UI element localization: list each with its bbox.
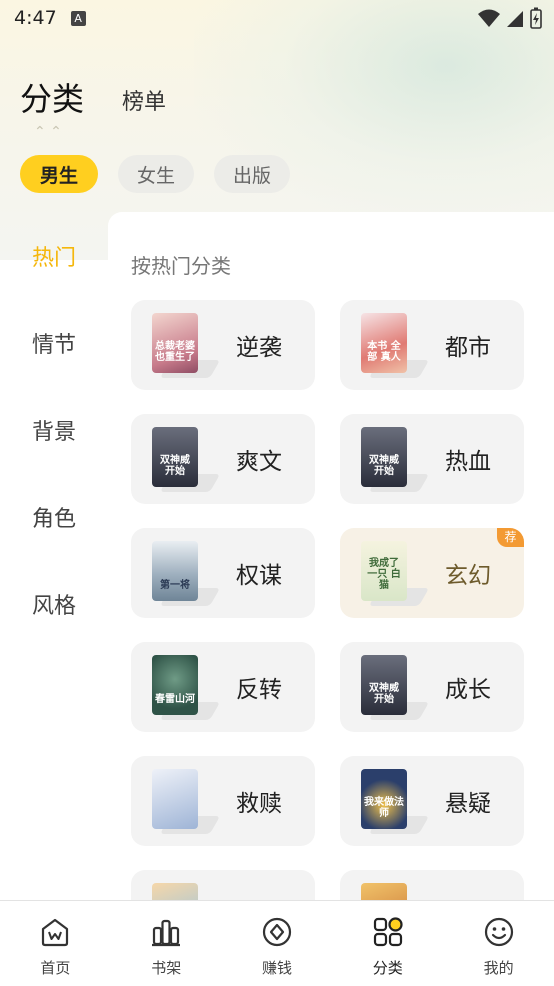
side-nav-role[interactable]: 角色 [0,473,108,560]
category-card-rexue[interactable]: 双神威 开始 热血 [340,414,524,504]
earn-icon [260,915,294,949]
category-label: 玄幻 [445,563,491,589]
side-nav: 热门 情节 背景 角色 风格 [0,212,108,647]
category-label: 悬疑 [445,791,491,817]
book-cover: 本书 全部 真人 [361,313,407,373]
nav-label: 赚钱 [261,959,292,977]
profile-icon [482,915,516,949]
category-label: 救赎 [236,791,282,817]
nav-label: 首页 [40,959,71,977]
gender-tabs: 男生 女生 出版 [20,155,290,193]
book-cover: 双神威 开始 [361,655,407,715]
book-cover: 我成了 一只 白猫 [361,541,407,601]
signal-icon [507,11,523,27]
category-card-partial-left[interactable] [131,870,315,900]
category-card-jiushu[interactable]: 救赎 [131,756,315,846]
nav-earn[interactable]: 赚钱 [222,901,333,986]
gender-tab-male[interactable]: 男生 [20,155,98,193]
tab-ranking[interactable]: 榜单 [122,84,166,120]
book-cover [152,883,198,900]
book-cover [361,883,407,900]
battery-icon [530,7,542,29]
side-nav-plot[interactable]: 情节 [0,299,108,386]
side-nav-background[interactable]: 背景 [0,386,108,473]
wifi-icon [478,9,500,27]
book-cover: 我来做法师 [361,769,407,829]
category-label: 逆袭 [236,335,282,361]
home-icon [38,915,72,949]
nav-label: 分类 [372,959,403,977]
status-time: 4:47 [14,7,57,29]
book-cover: 第一将 [152,541,198,601]
notification-icon: A [70,10,86,26]
nav-profile[interactable]: 我的 [443,901,554,986]
category-card-quanmou[interactable]: 第一将 权谋 [131,528,315,618]
category-card-chengzhang[interactable]: 双神威 开始 成长 [340,642,524,732]
category-card-partial-right[interactable] [340,870,524,900]
decoration-marks: ⌃ ⌃ [34,124,62,140]
nav-home[interactable]: 首页 [0,901,111,986]
nav-bookshelf[interactable]: 书架 [111,901,222,986]
status-icons [478,7,542,29]
nav-label: 书架 [151,959,182,977]
category-label: 都市 [445,335,491,361]
side-nav-style[interactable]: 风格 [0,560,108,647]
category-card-nixi[interactable]: 总裁老婆 也重生了 逆袭 [131,300,315,390]
bottom-nav: 首页 书架 赚钱 分类 我的 [0,900,554,986]
category-icon [371,915,405,949]
book-cover: 总裁老婆 也重生了 [152,313,198,373]
gender-tab-female[interactable]: 女生 [118,155,194,193]
book-cover: 双神威 开始 [361,427,407,487]
category-card-xuanyi[interactable]: 我来做法师 悬疑 [340,756,524,846]
recommend-badge: 荐 [497,528,524,547]
book-cover [152,769,198,829]
category-card-dushi[interactable]: 本书 全部 真人 都市 [340,300,524,390]
category-label: 反转 [236,677,282,703]
category-label: 热血 [445,449,491,475]
category-panel: 按热门分类 总裁老婆 也重生了 逆袭 本书 全部 真人 都市 双神威 开始 爽文… [108,212,554,900]
status-bar: 4:47 A [0,0,554,36]
section-title: 按热门分类 [131,254,231,278]
nav-label: 我的 [483,959,514,977]
gender-tab-publish[interactable]: 出版 [214,155,290,193]
side-nav-hot[interactable]: 热门 [0,212,108,299]
top-tabs: 分类 榜单 [17,74,166,120]
tab-category[interactable]: 分类 [17,74,84,120]
category-card-shuangwen[interactable]: 双神威 开始 爽文 [131,414,315,504]
category-card-fanzhuan[interactable]: 春雷山河 反转 [131,642,315,732]
nav-category[interactable]: 分类 [332,901,443,986]
category-label: 成长 [445,677,491,703]
category-card-xuanhuan[interactable]: 我成了 一只 白猫 玄幻 荐 [340,528,524,618]
category-label: 爽文 [236,449,282,475]
book-cover: 双神威 开始 [152,427,198,487]
category-label: 权谋 [236,563,282,589]
bookshelf-icon [149,915,183,949]
book-cover: 春雷山河 [152,655,198,715]
